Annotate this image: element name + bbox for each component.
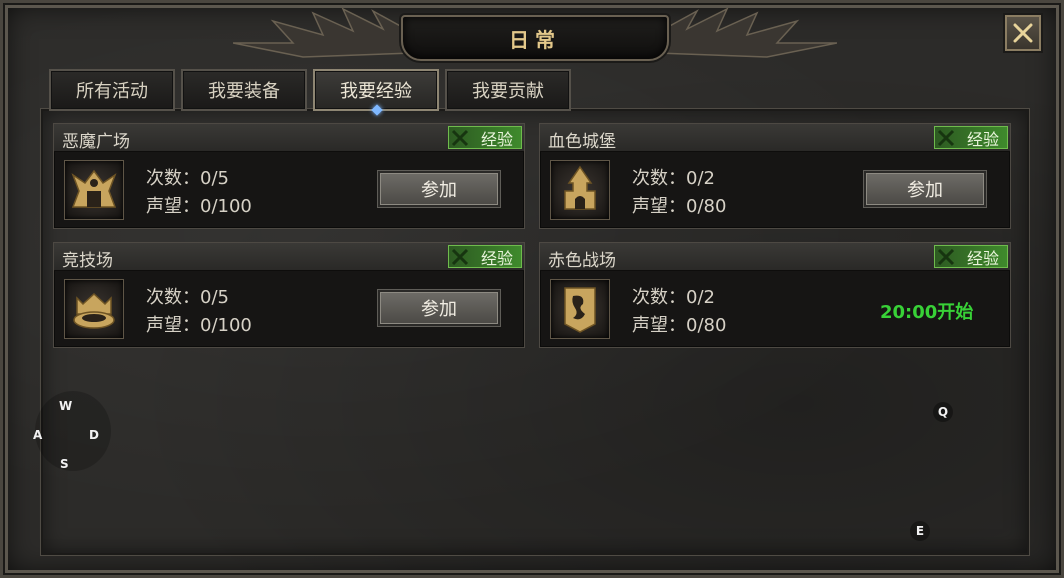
card-header: 血色城堡 经验: [540, 124, 1010, 152]
badge-label: 经验: [480, 248, 513, 268]
activity-name: 恶魔广场: [62, 132, 130, 152]
key-w[interactable]: W: [59, 399, 72, 413]
tab-equipment[interactable]: 我要装备: [181, 69, 307, 111]
close-icon: [1013, 23, 1033, 43]
tab-bar: 所有活动 我要装备 我要经验 我要贡献: [49, 69, 571, 116]
reputation: 声望：0/80: [632, 315, 727, 336]
card-header: 恶魔广场 经验: [54, 124, 524, 152]
activity-name: 竞技场: [62, 251, 113, 271]
tab-label: 我要经验: [340, 81, 412, 102]
right-wing-ornament: [657, 7, 837, 58]
activity-card-demon-square: 恶魔广场 经验 次数：0/5 声望：0/100 参加: [53, 123, 525, 229]
demon-square-icon: [64, 160, 124, 220]
tab-label: 我要装备: [208, 81, 280, 102]
badge-cross-icon: [451, 248, 469, 266]
attempt-count: 次数：0/5: [146, 168, 229, 189]
tab-experience[interactable]: 我要经验: [313, 69, 439, 116]
badge-cross-icon: [937, 248, 955, 266]
attempt-count: 次数：0/2: [632, 168, 715, 189]
card-header: 竞技场 经验: [54, 243, 524, 271]
reward-badge: 经验: [934, 126, 1008, 149]
activity-card-blood-castle: 血色城堡 经验 次数：0/2 声望：0/80 参加: [539, 123, 1011, 229]
attempt-count: 次数：0/5: [146, 287, 229, 308]
badge-label: 经验: [480, 129, 513, 149]
activity-name: 赤色战场: [548, 251, 616, 271]
join-button[interactable]: 参加: [864, 171, 986, 207]
join-button[interactable]: 参加: [378, 171, 500, 207]
key-e[interactable]: E: [910, 521, 930, 541]
reward-badge: 经验: [448, 126, 522, 149]
title-plate: 日常: [401, 15, 669, 61]
badge-cross-icon: [937, 129, 955, 147]
red-battlefield-icon: [550, 279, 610, 339]
blood-castle-icon: [550, 160, 610, 220]
reward-badge: 经验: [448, 245, 522, 268]
key-s[interactable]: S: [60, 457, 69, 471]
tab-label: 所有活动: [76, 81, 148, 102]
key-d[interactable]: D: [89, 428, 99, 442]
tab-label: 我要贡献: [472, 81, 544, 102]
reputation: 声望：0/80: [632, 196, 727, 217]
activity-card-arena: 竞技场 经验 次数：0/5 声望：0/100 参加: [53, 242, 525, 348]
activity-card-red-battlefield: 赤色战场 经验 次数：0/2 声望：0/80 20:00开始: [539, 242, 1011, 348]
reward-badge: 经验: [934, 245, 1008, 268]
join-button[interactable]: 参加: [378, 290, 500, 326]
attempt-count: 次数：0/2: [632, 287, 715, 308]
badge-label: 经验: [966, 129, 999, 149]
close-button[interactable]: [1005, 15, 1041, 51]
tab-all-activities[interactable]: 所有活动: [49, 69, 175, 111]
start-time: 20:00开始: [880, 302, 974, 323]
key-q[interactable]: Q: [933, 402, 953, 422]
badge-label: 经验: [966, 248, 999, 268]
badge-cross-icon: [451, 129, 469, 147]
tab-contribution[interactable]: 我要贡献: [445, 69, 571, 111]
activity-name: 血色城堡: [548, 132, 616, 152]
reputation: 声望：0/100: [146, 196, 252, 217]
key-a[interactable]: A: [33, 428, 42, 442]
window-title: 日常: [509, 27, 561, 52]
movement-joystick[interactable]: [35, 391, 111, 471]
arena-icon: [64, 279, 124, 339]
reputation: 声望：0/100: [146, 315, 252, 336]
left-wing-ornament: [233, 7, 413, 58]
daily-window: 日常 所有活动 我要装备 我要经验 我要贡献 恶魔广场 经验 次数：0/5 声望…: [0, 0, 1064, 578]
card-header: 赤色战场 经验: [540, 243, 1010, 271]
